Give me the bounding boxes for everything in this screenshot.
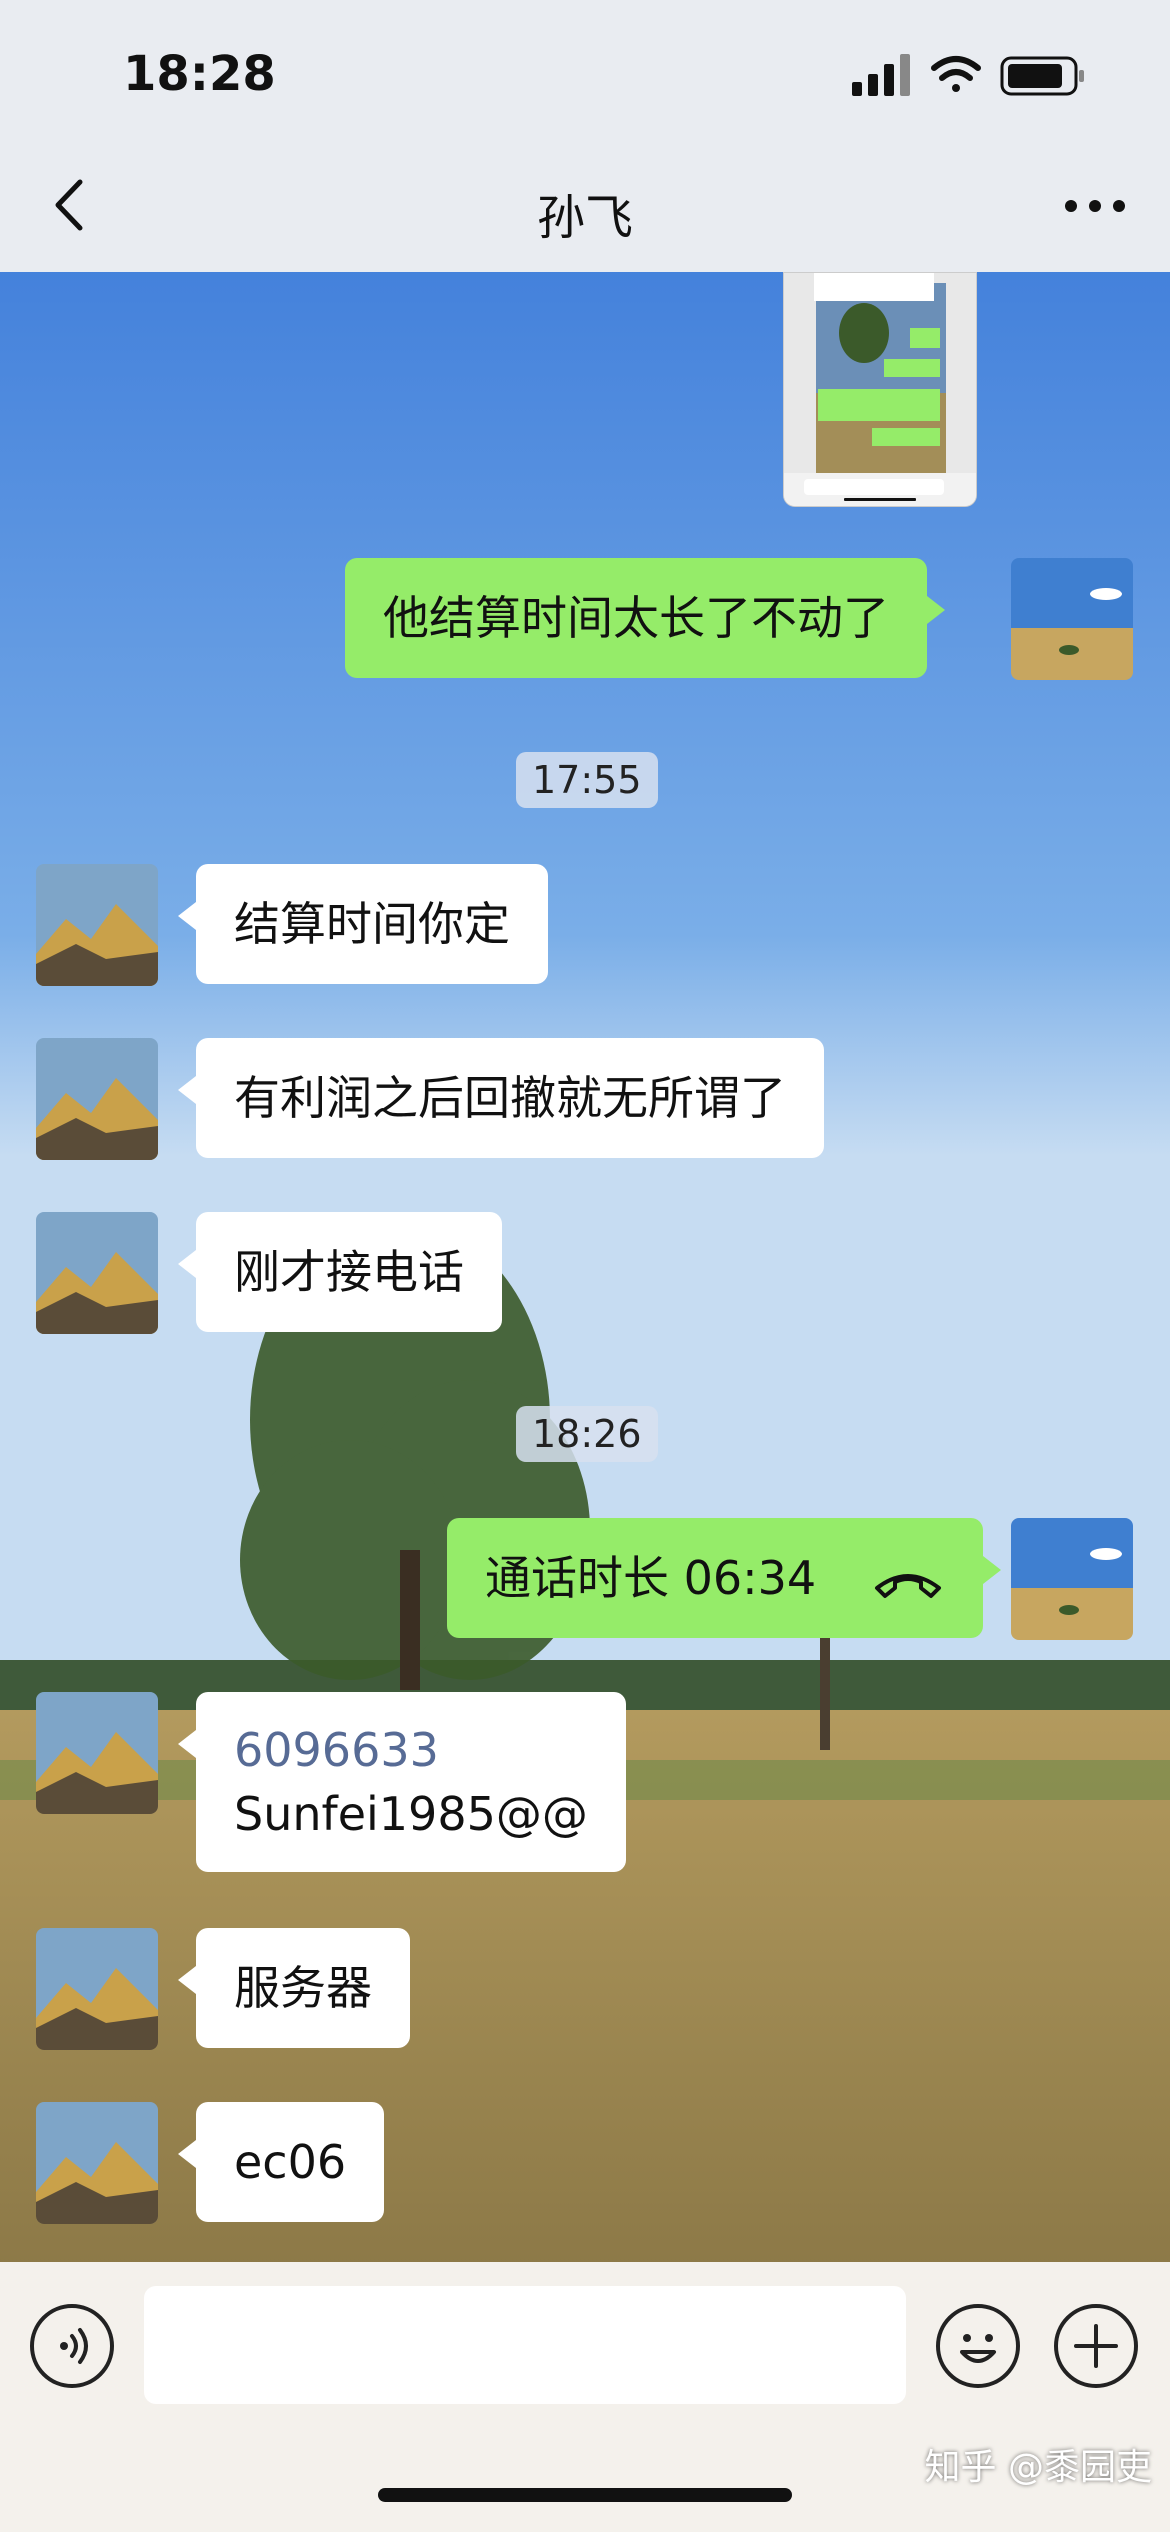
- call-duration-text: 通话时长 06:34: [485, 1551, 817, 1605]
- contact-avatar[interactable]: [36, 864, 158, 986]
- message-text: 刚才接电话: [234, 1245, 464, 1299]
- message-bubble-incoming[interactable]: ec06: [177, 2102, 385, 2222]
- screenshot-preview: [784, 273, 976, 506]
- status-icons: [852, 54, 1084, 96]
- message-text: 他结算时间太长了不动了: [383, 591, 889, 645]
- image-message-thumbnail[interactable]: [783, 272, 977, 507]
- contact-avatar[interactable]: [36, 1038, 158, 1160]
- message-input[interactable]: [144, 2286, 906, 2404]
- chat-title: 孙飞: [536, 190, 633, 246]
- wifi-icon: [931, 56, 981, 92]
- message-bubble-incoming[interactable]: 有利润之后回撤就无所谓了: [178, 1038, 824, 1158]
- phone-hangup-icon: [874, 1573, 941, 1598]
- phone-number-link[interactable]: 6096633: [234, 1718, 588, 1782]
- timestamp: 17:55: [516, 752, 658, 808]
- input-bar: 知乎 @黍园吏: [0, 2262, 1170, 2532]
- my-avatar[interactable]: [1011, 1518, 1133, 1640]
- emoji-icon[interactable]: [936, 2304, 1020, 2388]
- my-avatar[interactable]: [1011, 558, 1133, 680]
- plus-icon[interactable]: [1054, 2304, 1138, 2388]
- top-bar: 18:28 孙飞: [0, 0, 1170, 272]
- message-text: 结算时间你定: [234, 897, 510, 951]
- message-bubble-incoming[interactable]: 刚才接电话: [178, 1212, 502, 1332]
- message-text: 有利润之后回撤就无所谓了: [234, 1071, 786, 1125]
- more-icon[interactable]: [1060, 186, 1130, 226]
- battery-icon: [1000, 56, 1084, 96]
- message-text: Sunfei1985@@: [234, 1787, 588, 1841]
- watermark: 知乎 @黍园吏: [924, 2447, 1152, 2488]
- voice-icon[interactable]: [30, 2304, 114, 2388]
- contact-avatar[interactable]: [36, 1928, 158, 2050]
- signal-icon: [852, 54, 910, 96]
- status-time: 18:28: [123, 46, 276, 102]
- message-text: 服务器: [234, 1961, 372, 2015]
- chat-background: [0, 0, 1170, 2532]
- message-text: ec06: [234, 2135, 347, 2189]
- message-bubble-outgoing[interactable]: 他结算时间太长了不动了: [345, 558, 945, 678]
- call-record-bubble[interactable]: 通话时长 06:34: [447, 1518, 1001, 1638]
- contact-avatar[interactable]: [36, 1692, 158, 1814]
- contact-avatar[interactable]: [36, 1212, 158, 1334]
- timestamp: 18:26: [516, 1406, 658, 1462]
- contact-avatar[interactable]: [36, 2102, 158, 2224]
- message-bubble-incoming[interactable]: 6096633 Sunfei1985@@: [178, 1692, 626, 1872]
- message-bubble-incoming[interactable]: 服务器: [178, 1928, 410, 2048]
- message-bubble-incoming[interactable]: 结算时间你定: [178, 864, 548, 984]
- home-indicator[interactable]: [378, 2488, 792, 2502]
